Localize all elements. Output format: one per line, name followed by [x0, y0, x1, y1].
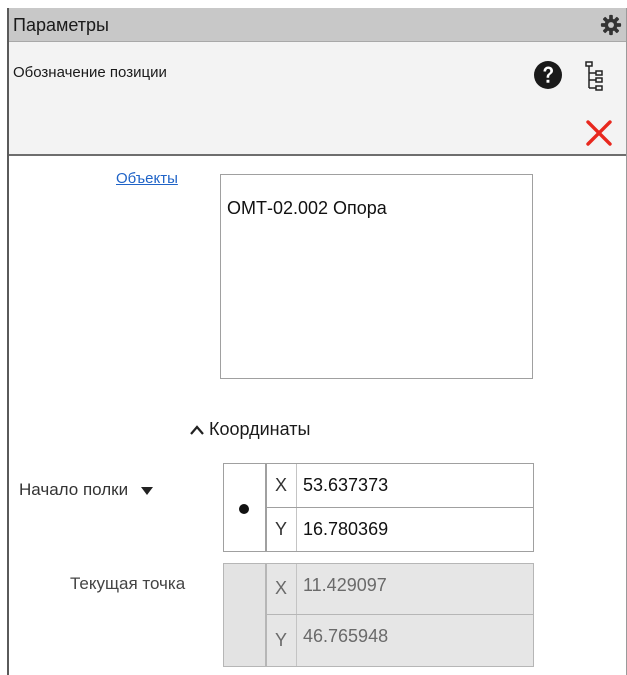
current-x-field: X 11.429097: [266, 563, 534, 615]
gear-icon[interactable]: [600, 14, 622, 36]
start-point-dropdown[interactable]: Начало полки: [19, 480, 153, 500]
start-point-label: Начало полки: [19, 480, 129, 499]
current-y-value: 46.765948: [303, 626, 389, 646]
x-axis-label: X: [275, 578, 288, 598]
coordinates-section-toggle[interactable]: Координаты: [188, 419, 310, 440]
panel-title: Параметры: [13, 15, 109, 35]
current-point-cell: [223, 563, 266, 667]
tree-structure-icon[interactable]: [584, 60, 608, 92]
start-y-input[interactable]: [303, 516, 523, 542]
triangle-down-icon: [140, 486, 153, 495]
list-item[interactable]: ОМТ-02.002 Опора: [227, 198, 387, 219]
objects-list[interactable]: ОМТ-02.002 Опора: [220, 174, 533, 379]
active-point-indicator: [239, 504, 249, 514]
current-y-field: Y 46.765948: [266, 614, 534, 667]
chevron-up-icon: [190, 425, 204, 435]
x-axis-label: X: [275, 475, 288, 495]
question-circle-icon[interactable]: [533, 60, 563, 90]
command-header: Обозначение позиции: [9, 42, 626, 156]
start-x-field: X: [266, 463, 534, 508]
current-x-value: 11.429097: [303, 575, 387, 595]
field-divider: [296, 615, 297, 666]
panel-titlebar: Параметры: [9, 8, 626, 42]
objects-link[interactable]: Объекты: [116, 170, 178, 187]
y-axis-label: Y: [275, 519, 288, 539]
y-axis-label: Y: [275, 630, 288, 650]
command-name: Обозначение позиции: [13, 64, 167, 81]
coordinates-section-title: Координаты: [209, 419, 311, 439]
field-divider: [296, 464, 297, 507]
start-x-input[interactable]: [303, 472, 523, 498]
field-divider: [296, 508, 297, 551]
close-x-icon[interactable]: [584, 118, 614, 148]
current-point-label: Текущая точка: [70, 574, 186, 593]
start-y-field: Y: [266, 507, 534, 552]
field-divider: [296, 564, 297, 614]
start-point-pick-toggle[interactable]: [223, 463, 266, 552]
